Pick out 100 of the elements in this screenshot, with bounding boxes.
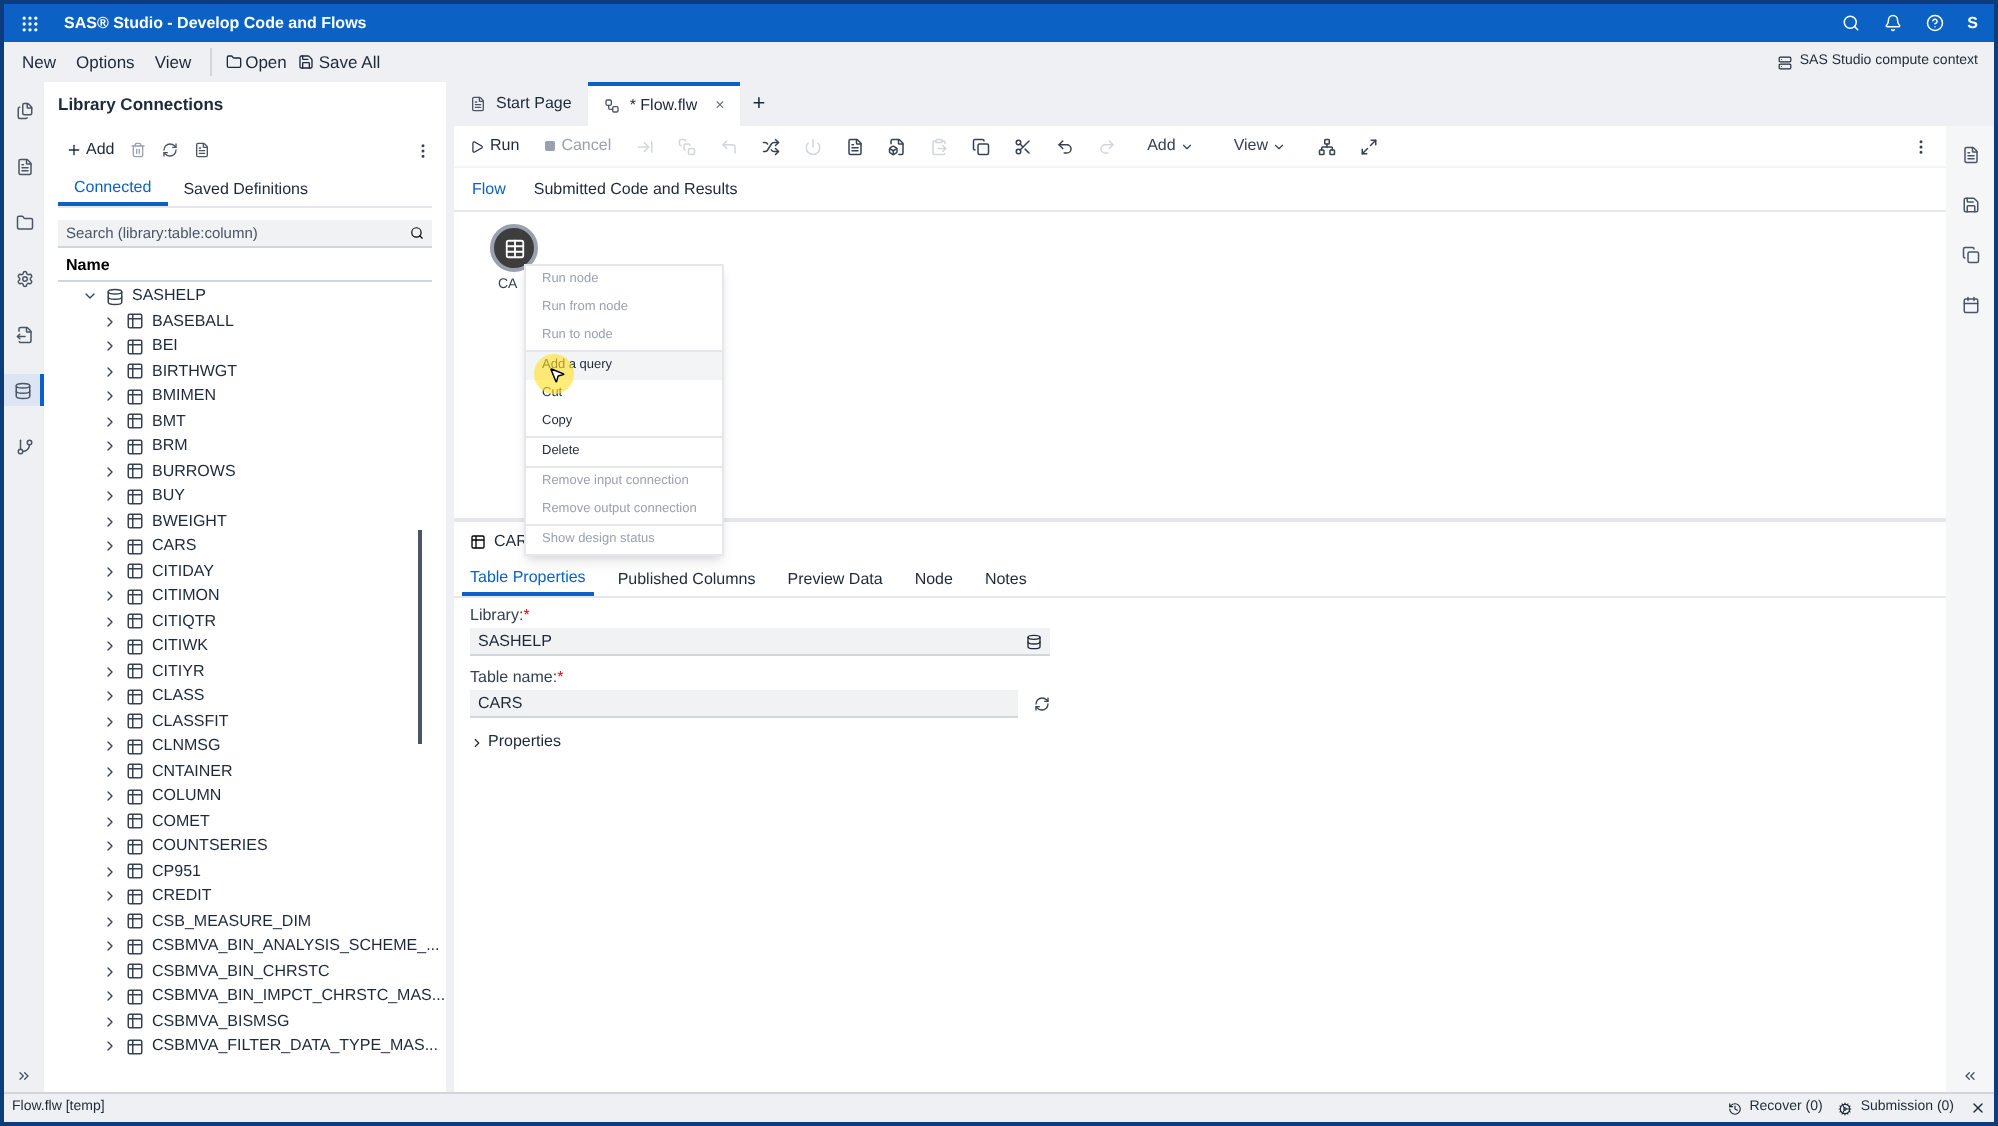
expand-icon[interactable] <box>102 413 118 430</box>
expand-icon[interactable] <box>102 338 118 355</box>
expand-icon[interactable] <box>102 613 118 630</box>
doc-icon[interactable] <box>845 137 864 155</box>
panel-tab[interactable]: Saved Definitions <box>167 172 324 206</box>
menu-button[interactable]: Open <box>219 49 293 75</box>
view-tab[interactable]: Flow <box>458 168 520 210</box>
close-button[interactable]: × <box>715 94 725 118</box>
properties-tab[interactable]: Node <box>906 562 961 596</box>
new-tab-button[interactable]: + <box>740 82 778 126</box>
tree-item[interactable]: SASHELP <box>132 284 206 309</box>
properties-tab[interactable]: Table Properties <box>462 562 594 596</box>
panel-tab[interactable]: Connected <box>58 172 168 206</box>
text-field[interactable]: CARS <box>470 690 1018 718</box>
tree-item[interactable]: COUNTSERIES <box>152 834 268 859</box>
rail-button[interactable] <box>4 374 44 406</box>
expand-icon[interactable] <box>102 963 118 980</box>
tree-item[interactable]: CSBMVA_BIN_CHRSTC <box>152 959 330 984</box>
menu-item[interactable]: Options <box>66 49 145 75</box>
expand-icon[interactable] <box>102 988 118 1005</box>
user-avatar[interactable]: S <box>1967 11 1978 35</box>
refresh-icon[interactable] <box>162 142 179 158</box>
expand-icon[interactable] <box>102 738 118 755</box>
expand-icon[interactable] <box>102 513 118 530</box>
expand-icon[interactable] <box>102 363 118 380</box>
expand-icon[interactable] <box>102 588 118 605</box>
expand-icon[interactable] <box>102 438 118 455</box>
view-tab[interactable]: Submitted Code and Results <box>519 168 752 210</box>
tree-item[interactable]: CSBMVA_BIN_ANALYSIS_SCHEME_... <box>152 934 440 959</box>
scrollbar[interactable] <box>418 530 422 744</box>
expand-icon[interactable] <box>102 713 118 730</box>
tree-item[interactable]: BIRTHWGT <box>152 359 238 384</box>
expand-icon[interactable] <box>102 688 118 705</box>
tree-item[interactable]: CITIDAY <box>152 559 214 584</box>
tree-item[interactable]: CITIYR <box>152 659 205 684</box>
properties-toggle[interactable]: Properties <box>470 730 1930 754</box>
table-node[interactable] <box>490 224 538 272</box>
copy-icon[interactable] <box>1961 246 1979 264</box>
delete-icon[interactable] <box>130 142 147 158</box>
tree-item[interactable]: CREDIT <box>152 884 212 909</box>
expand-icon[interactable] <box>102 1038 118 1055</box>
tree-item[interactable]: COMET <box>152 809 210 834</box>
document-icon[interactable] <box>194 142 211 158</box>
layout-icon[interactable] <box>1318 137 1337 155</box>
expand-icon[interactable] <box>102 388 118 405</box>
expand-icon[interactable] <box>16 1068 32 1084</box>
collapse-icon[interactable] <box>1962 1068 1978 1084</box>
menu-button[interactable]: Save All <box>292 49 387 75</box>
tree-item[interactable]: CSBMVA_FILTER_DATA_TYPE_MAS... <box>152 1034 438 1059</box>
menu-item[interactable]: New <box>12 49 67 75</box>
toolbar-menu[interactable]: View <box>1225 134 1295 158</box>
tree-item[interactable]: CSBMVA_BIN_IMPCT_CHRSTC_MAS... <box>152 984 446 1009</box>
expand-icon[interactable] <box>102 938 118 955</box>
copy-icon[interactable] <box>971 137 990 155</box>
app-menu-icon[interactable] <box>20 13 40 33</box>
properties-tab[interactable]: Published Columns <box>609 562 764 596</box>
expand-icon[interactable] <box>102 913 118 930</box>
expand-icon[interactable] <box>102 538 118 555</box>
maximize-icon[interactable] <box>1360 137 1379 155</box>
menu-item[interactable]: View <box>144 49 202 75</box>
expand-icon[interactable] <box>102 1013 118 1030</box>
tree-item[interactable]: CITIQTR <box>152 609 216 634</box>
expand-icon[interactable] <box>102 663 118 680</box>
document-tab[interactable]: Start Page <box>454 82 588 126</box>
help-icon[interactable] <box>1925 14 1944 32</box>
tree-item[interactable]: CLASSFIT <box>152 709 229 734</box>
tree-item[interactable]: BMIMEN <box>152 384 216 409</box>
run-button[interactable]: Run <box>470 134 520 158</box>
tree-item[interactable]: COLUMN <box>152 784 222 809</box>
properties-tab[interactable]: Notes <box>976 562 1035 596</box>
close-icon[interactable] <box>1970 1100 1986 1116</box>
expand-icon[interactable] <box>102 488 118 505</box>
tree-item[interactable]: BASEBALL <box>152 309 234 334</box>
calendar-icon[interactable] <box>1961 296 1979 314</box>
tree-item[interactable]: CP951 <box>152 859 201 884</box>
document-tab[interactable]: * Flow.flw × <box>587 82 741 126</box>
refresh-icon[interactable] <box>1034 696 1050 712</box>
tree-item[interactable]: BUY <box>152 484 185 509</box>
expand-icon[interactable] <box>102 563 118 580</box>
expand-icon[interactable] <box>102 863 118 880</box>
tree-item[interactable]: CLNMSG <box>152 734 221 759</box>
tree-item[interactable]: BEI <box>152 334 178 359</box>
expand-icon[interactable] <box>102 313 118 330</box>
tree-item[interactable]: BRM <box>152 434 188 459</box>
tree-item[interactable]: CSB_MEASURE_DIM <box>152 909 312 934</box>
expand-icon[interactable] <box>102 888 118 905</box>
expand-icon[interactable] <box>102 638 118 655</box>
tree-item[interactable]: CSBMVA_BISMSG <box>152 1009 290 1034</box>
save-icon[interactable] <box>1961 196 1979 214</box>
library-icon[interactable] <box>1026 633 1042 649</box>
toolbar-menu[interactable]: Add <box>1139 134 1202 158</box>
expand-icon[interactable] <box>102 763 118 780</box>
search-icon[interactable] <box>410 226 424 240</box>
text-field[interactable]: SASHELP <box>470 628 1050 656</box>
tree-item[interactable]: CITIWK <box>152 634 208 659</box>
properties-tab[interactable]: Preview Data <box>779 562 891 596</box>
cut-icon[interactable] <box>1013 137 1032 155</box>
expand-icon[interactable] <box>102 788 118 805</box>
tree-item[interactable]: BWEIGHT <box>152 509 227 534</box>
tree-item[interactable]: CARS <box>152 534 197 559</box>
